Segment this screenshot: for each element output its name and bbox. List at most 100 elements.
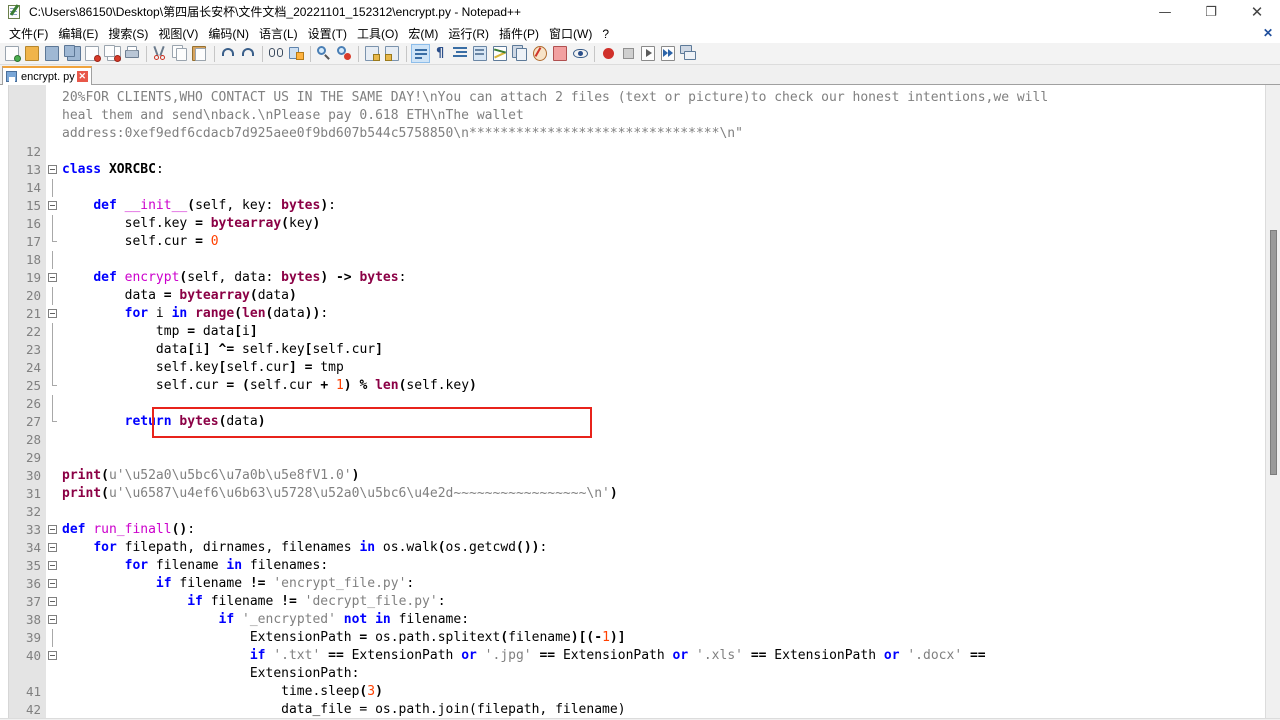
fold-cell[interactable] [46, 647, 60, 665]
vertical-scrollbar-thumb[interactable] [1270, 230, 1277, 475]
indent-guide-icon[interactable] [451, 44, 470, 63]
save-all-icon[interactable] [63, 44, 82, 63]
show-all-chars-icon[interactable]: ¶ [431, 44, 450, 63]
code-line: time.sleep(3) [60, 683, 1280, 701]
vertical-scrollbar[interactable] [1265, 85, 1280, 718]
code-token: if [187, 594, 203, 609]
minimize-button[interactable]: — [1142, 0, 1188, 24]
menu-item-plugins[interactable]: 插件(P) [494, 24, 544, 43]
redo-icon[interactable] [239, 44, 258, 63]
menu-item-tools[interactable]: 工具(O) [352, 24, 403, 43]
code-token: len [375, 378, 399, 393]
find-icon[interactable] [267, 44, 286, 63]
fold-cell[interactable] [46, 539, 60, 557]
sync-vertical-scroll-icon[interactable] [363, 44, 382, 63]
fold-cell[interactable] [46, 197, 60, 215]
fold-collapse-icon[interactable] [48, 309, 57, 318]
document-map-icon[interactable] [491, 44, 510, 63]
fold-cell[interactable] [46, 305, 60, 323]
menu-item-help[interactable]: ? [597, 26, 614, 42]
fold-collapse-icon[interactable] [48, 579, 57, 588]
code-token: ExtensionPath [343, 648, 462, 663]
code-token: [ [234, 324, 243, 339]
bookmark-margin[interactable] [0, 85, 9, 718]
zoom-in-icon[interactable] [315, 44, 334, 63]
code-token: ) [320, 270, 329, 285]
menu-item-window[interactable]: 窗口(W) [544, 24, 597, 43]
code-token: self.cur [312, 342, 376, 357]
cut-icon[interactable] [151, 44, 170, 63]
menu-item-macro[interactable]: 宏(M) [403, 24, 443, 43]
fold-cell [46, 359, 60, 377]
fold-collapse-icon[interactable] [48, 597, 57, 606]
fold-collapse-icon[interactable] [48, 165, 57, 174]
undo-icon[interactable] [219, 44, 238, 63]
tab-close-icon[interactable]: ✕ [76, 71, 88, 82]
function-list-icon[interactable] [511, 44, 530, 63]
code-token: filename: [390, 612, 470, 627]
close-file-icon[interactable] [83, 44, 102, 63]
monitoring-icon[interactable] [571, 44, 590, 63]
line-number: 22 [25, 324, 41, 339]
fold-cell[interactable] [46, 521, 60, 539]
fold-collapse-icon[interactable] [48, 525, 57, 534]
fold-cell[interactable] [46, 161, 60, 179]
paste-icon[interactable] [191, 44, 210, 63]
fold-cell[interactable] [46, 593, 60, 611]
fold-cell[interactable] [46, 575, 60, 593]
macro-save-icon[interactable] [679, 44, 698, 63]
fold-collapse-icon[interactable] [48, 201, 57, 210]
code-token: in [375, 612, 391, 627]
code-token: def [93, 198, 125, 213]
open-folder-icon[interactable] [551, 44, 570, 63]
copy-icon[interactable] [171, 44, 190, 63]
close-window-button[interactable]: ✕ [1234, 0, 1280, 24]
word-wrap-icon[interactable] [411, 44, 430, 63]
fold-collapse-icon[interactable] [48, 561, 57, 570]
macro-play-multiple-icon[interactable] [659, 44, 678, 63]
replace-icon[interactable] [287, 44, 306, 63]
menu-item-edit[interactable]: 编辑(E) [53, 24, 103, 43]
fold-collapse-icon[interactable] [48, 651, 57, 660]
menu-item-search[interactable]: 搜索(S) [103, 24, 153, 43]
close-document-icon[interactable]: ✕ [1261, 26, 1275, 40]
fold-collapse-icon[interactable] [48, 543, 57, 552]
close-all-icon[interactable] [103, 44, 122, 63]
fold-cell[interactable] [46, 269, 60, 287]
editor-area[interactable]: 12 13 14 15 16 17 18 19 20 21 22 23 24 25 26 27 28 29 30 31… [0, 85, 1280, 718]
menu-item-encoding[interactable]: 编码(N) [203, 24, 254, 43]
menu-item-file[interactable]: 文件(F) [4, 24, 53, 43]
new-file-icon[interactable] [3, 44, 22, 63]
code-token: ()) [516, 540, 540, 555]
fold-cell[interactable] [46, 557, 60, 575]
menu-item-view[interactable]: 视图(V) [153, 24, 203, 43]
code-token: if [249, 648, 266, 663]
print-icon[interactable] [123, 44, 142, 63]
maximize-button[interactable]: ❐ [1188, 0, 1234, 24]
tab-encrypt-py[interactable]: encrypt. py ✕ [2, 66, 92, 85]
fold-cell[interactable] [46, 611, 60, 629]
folder-as-workspace-icon[interactable] [531, 44, 550, 63]
macro-stop-icon[interactable] [619, 44, 638, 63]
fold-collapse-icon[interactable] [48, 273, 57, 282]
macro-record-icon[interactable] [599, 44, 618, 63]
menu-item-run[interactable]: 运行(R) [443, 24, 494, 43]
code-text[interactable]: 20%FOR CLIENTS,WHO CONTACT US IN THE SAM… [60, 85, 1280, 718]
sync-horizontal-scroll-icon[interactable] [383, 44, 402, 63]
code-fold-margin[interactable] [46, 85, 60, 718]
macro-play-icon[interactable] [639, 44, 658, 63]
code-token: bytes [281, 198, 321, 213]
zoom-out-icon[interactable] [335, 44, 354, 63]
save-icon[interactable] [43, 44, 62, 63]
fold-cell [46, 665, 60, 683]
fold-collapse-icon[interactable] [48, 615, 57, 624]
user-defined-dialog-icon[interactable] [471, 44, 490, 63]
open-file-icon[interactable] [23, 44, 42, 63]
code-token: time.sleep [62, 684, 360, 699]
menu-item-settings[interactable]: 设置(T) [303, 24, 352, 43]
menu-item-language[interactable]: 语言(L) [254, 24, 303, 43]
